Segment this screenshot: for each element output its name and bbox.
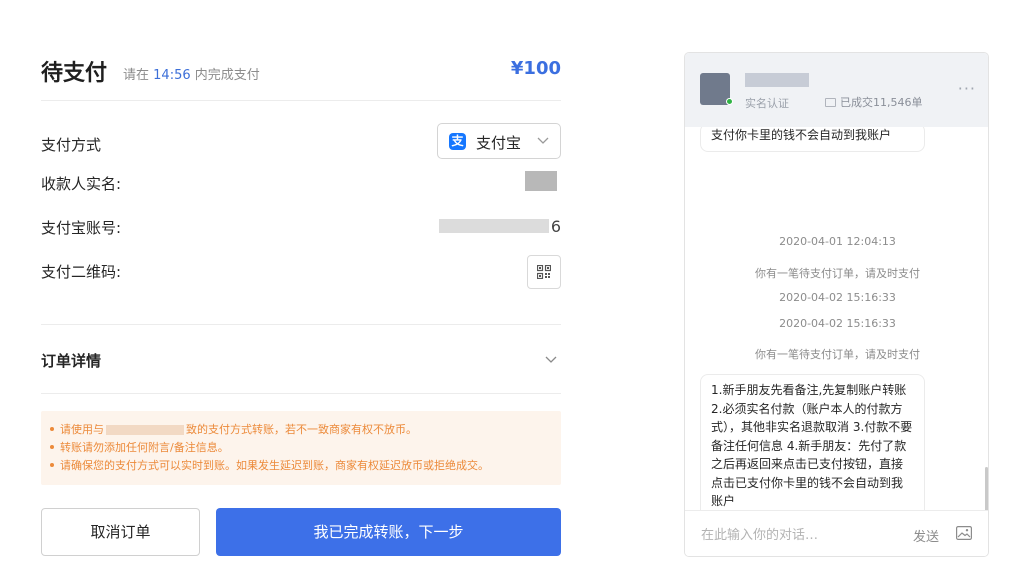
send-button[interactable]: 发送 (913, 526, 939, 545)
order-details-toggle[interactable]: 订单详情 (41, 350, 561, 370)
message-timestamp: 2020-04-01 12:04:13 (779, 235, 896, 248)
chat-scrollbar[interactable] (985, 467, 988, 510)
system-message: 你有一笔待支付订单，请及时支付 (755, 267, 920, 280)
notice-line: 请使用与 致的支付方式转账，若不一致商家有权不放币。 (50, 421, 561, 439)
payment-notice: 请使用与 致的支付方式转账，若不一致商家有权不放币。 转账请勿添加任何附言/备注信… (41, 411, 561, 485)
notice-text: 致的支付方式转账，若不一致商家有权不放币。 (186, 423, 417, 436)
qr-row: 支付二维码: (41, 255, 561, 289)
tip-prefix: 请在 (123, 68, 150, 83)
avatar (700, 73, 733, 105)
payee-name-row: 收款人实名: (41, 171, 561, 193)
notice-text: 请使用与 (60, 423, 104, 436)
verified-label: 实名认证 (745, 97, 789, 110)
notice-text: 请确保您的支付方式可以实时到账。如果发生延迟到账，商家有权延迟放币或拒绝成交。 (60, 459, 489, 472)
notice-line: 转账请勿添加任何附言/备注信息。 (50, 439, 561, 457)
chevron-down-icon (537, 137, 549, 144)
payment-panel: 待支付 请在 14:56 内完成支付 ¥100 支付方式 支 支付宝 收款人实名… (41, 0, 561, 588)
alipay-icon: 支 (449, 133, 466, 150)
chat-input-bar: 发送 (685, 510, 988, 556)
payee-name-label: 收款人实名: (41, 175, 122, 193)
message-bubble: 支付你卡里的钱不会自动到我账户 (700, 127, 925, 152)
redacted-name (106, 425, 184, 435)
account-row: 支付宝账号: 6 (41, 217, 561, 237)
notice-line: 请确保您的支付方式可以实时到账。如果发生延迟到账，商家有权延迟放币或拒绝成交。 (50, 457, 561, 475)
online-dot-icon (726, 98, 733, 105)
payment-method-row: 支付方式 支 支付宝 (41, 123, 561, 159)
chat-input[interactable] (701, 526, 891, 544)
transfer-done-button[interactable]: 我已完成转账，下一步 (216, 508, 561, 556)
qr-code-button[interactable] (527, 255, 561, 289)
chat-panel: 实名认证 已成交11,546单 ··· 支付你卡里的钱不会自动到我账户 2020… (684, 52, 989, 557)
cancel-order-button[interactable]: 取消订单 (41, 508, 200, 556)
message-text: 1.新手朋友先看备注,先复制账户转账 2.必须实名付款（账户本人的付款方式），其… (711, 383, 913, 508)
notice-text: 转账请勿添加任何附言/备注信息。 (60, 441, 229, 454)
order-details-label: 订单详情 (41, 352, 102, 370)
image-icon[interactable] (956, 526, 972, 540)
qr-code-icon (537, 265, 551, 279)
deals-text: 已成交11,546单 (840, 96, 923, 109)
merchant-name-redacted (745, 73, 809, 87)
account-label: 支付宝账号: (41, 219, 122, 237)
message-timestamp: 2020-04-02 15:16:33 (779, 291, 896, 304)
qr-label: 支付二维码: (41, 263, 122, 281)
more-icon[interactable]: ··· (958, 79, 976, 98)
bullet-icon (50, 427, 54, 431)
bullet-icon (50, 463, 54, 467)
system-message: 你有一笔待支付订单，请及时支付 (755, 348, 920, 361)
section-divider (41, 324, 561, 325)
payment-amount: ¥100 (510, 58, 561, 79)
message-text: 支付你卡里的钱不会自动到我账户 (711, 128, 892, 142)
account-tail: 6 (550, 217, 561, 236)
countdown-timer: 14:56 (153, 68, 191, 83)
payment-method-label: 支付方式 (41, 136, 102, 154)
message-timestamp: 2020-04-02 15:16:33 (779, 317, 896, 330)
payment-deadline-tip: 请在 14:56 内完成支付 (123, 64, 260, 83)
payment-header: 待支付 请在 14:56 内完成支付 ¥100 (41, 55, 561, 87)
message-bubble: 1.新手朋友先看备注,先复制账户转账 2.必须实名付款（账户本人的付款方式），其… (700, 374, 925, 510)
chat-header: 实名认证 已成交11,546单 ··· (685, 53, 988, 127)
payment-method-select[interactable]: 支 支付宝 (437, 123, 561, 159)
payment-method-value: 支付宝 (476, 134, 522, 152)
message-list[interactable]: 支付你卡里的钱不会自动到我账户 2020-04-01 12:04:13 你有一笔… (685, 127, 988, 510)
tip-suffix: 内完成支付 (194, 68, 260, 83)
bullet-icon (50, 445, 54, 449)
header-divider (41, 100, 561, 101)
page-title: 待支付 (41, 61, 108, 86)
details-divider (41, 393, 561, 394)
payee-name-redacted (525, 171, 557, 191)
order-icon (825, 97, 836, 107)
deals-count: 已成交11,546单 (825, 94, 923, 110)
chevron-down-icon (545, 356, 557, 363)
account-redacted (439, 219, 549, 233)
